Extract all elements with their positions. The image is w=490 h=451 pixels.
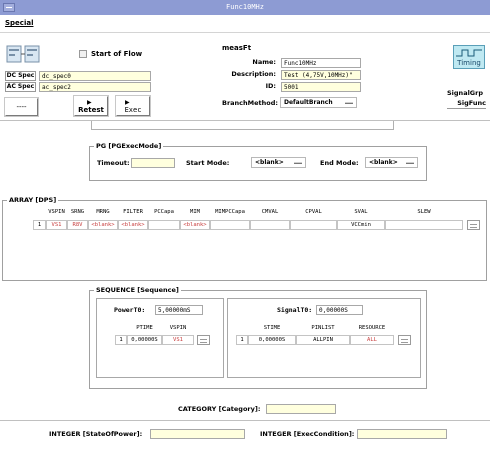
pg-group-title: PG [PGExecMode]	[94, 142, 164, 150]
option-menu-indicator-icon	[345, 101, 353, 104]
menu-special[interactable]: Special	[5, 19, 33, 27]
power-t0-field[interactable]: 5,00000mS	[155, 305, 203, 315]
array-column-header: PCCapa	[154, 209, 174, 215]
play-icon: ▶	[125, 99, 130, 106]
tab-strip	[91, 121, 394, 130]
dash-button[interactable]: ----	[5, 98, 38, 116]
signal-cell[interactable]: ALLPIN	[296, 335, 350, 345]
array-column-header: CPVAL	[305, 209, 322, 215]
start-mode-label: Start Mode:	[186, 159, 230, 167]
signal-column-header: STIME	[263, 325, 281, 331]
exec-button[interactable]: ▶ Exec	[116, 96, 150, 116]
waveform-icon	[456, 49, 482, 57]
array-cell[interactable]: VS1	[46, 220, 67, 230]
test-suite-window: Func10MHz Special Start of Flow DC Spec …	[0, 0, 490, 451]
array-column-header: CMVAL	[261, 209, 279, 215]
start-of-flow-label: Start of Flow	[91, 50, 143, 58]
array-column-header: SLEW	[417, 209, 431, 215]
power-t0-label: PowerT0:	[114, 306, 146, 314]
array-cell[interactable]: <blank>	[180, 220, 210, 230]
array-cell[interactable]	[148, 220, 180, 230]
ac-spec-button[interactable]: AC Spec	[5, 82, 36, 92]
timeout-field[interactable]	[131, 158, 175, 168]
state-of-power-field[interactable]	[150, 429, 245, 439]
start-mode-value: <blank>	[255, 159, 284, 166]
array-cell[interactable]: <blank>	[118, 220, 148, 230]
id-field[interactable]: 5001	[281, 82, 361, 92]
array-cell[interactable]: VCCmin	[337, 220, 385, 230]
array-cell[interactable]	[250, 220, 290, 230]
window-title: Func10MHz	[226, 3, 264, 11]
signal-column-header: PINLIST	[311, 325, 335, 331]
row-menu-icon[interactable]	[197, 335, 210, 345]
signal-cell[interactable]: 0,00000S	[248, 335, 296, 345]
end-mode-select[interactable]: <blank>	[365, 157, 418, 168]
exec-condition-label: INTEGER [ExecCondition]:	[260, 430, 355, 438]
retest-button[interactable]: ▶ Retest	[74, 96, 108, 116]
array-cell[interactable]	[385, 220, 463, 230]
name-field[interactable]: Func10MHz	[281, 58, 361, 68]
signal-t0-field[interactable]: 0,00000S	[316, 305, 363, 315]
timing-button-label: Timing	[457, 59, 481, 67]
description-field[interactable]: Test (4,75V,10MHz)"	[281, 70, 361, 80]
start-mode-select[interactable]: <blank>	[251, 157, 306, 168]
retest-button-label: Retest	[78, 106, 104, 114]
sequence-group-title: SEQUENCE [Sequence]	[94, 286, 181, 294]
branch-method-label: BranchMethod:	[222, 99, 278, 107]
signalgrp-label: SignalGrp	[447, 89, 483, 97]
array-cell[interactable]	[290, 220, 337, 230]
state-of-power-label: INTEGER [StateOfPower]:	[49, 430, 143, 438]
sigfunc-button[interactable]: SigFunc	[447, 99, 486, 109]
category-label: CATEGORY [Category]:	[178, 405, 261, 413]
end-mode-value: <blank>	[369, 159, 398, 166]
array-cell[interactable]	[210, 220, 250, 230]
timeout-label: Timeout:	[97, 159, 130, 167]
flow-icon[interactable]	[6, 44, 40, 66]
array-column-header: VSPIN	[48, 209, 65, 215]
power-cell[interactable]: 0,00000S	[127, 335, 162, 345]
power-row-index: 1	[115, 335, 127, 345]
option-menu-indicator-icon	[294, 161, 302, 164]
exec-condition-field[interactable]	[357, 429, 447, 439]
dc-spec-field[interactable]: dc_spec0	[39, 71, 151, 81]
power-column-header: PTIME	[136, 325, 153, 331]
array-cell[interactable]: <blank>	[88, 220, 118, 230]
play-icon: ▶	[87, 99, 92, 106]
description-label: Description:	[231, 70, 276, 78]
array-column-header: MRNG	[96, 209, 110, 215]
category-field[interactable]	[266, 404, 336, 414]
option-menu-indicator-icon	[406, 161, 414, 164]
array-column-header: SRNG	[70, 209, 85, 215]
measft-title: measFt	[222, 44, 252, 52]
menu-bar: Special	[0, 15, 490, 33]
power-cell[interactable]: VS1	[162, 335, 194, 345]
row-menu-icon[interactable]	[398, 335, 411, 345]
branch-method-select[interactable]: DefaultBranch	[280, 97, 357, 108]
array-column-header: MIM	[190, 209, 200, 215]
array-column-header: FILTER	[123, 209, 143, 215]
array-row-index: 1	[33, 220, 46, 230]
title-bar: Func10MHz	[0, 0, 490, 15]
name-label: Name:	[252, 58, 276, 66]
divider	[0, 420, 490, 421]
dc-spec-button[interactable]: DC Spec	[5, 71, 36, 81]
signal-column-header: RESOURCE	[358, 325, 386, 331]
branch-method-value: DefaultBranch	[284, 99, 333, 106]
exec-button-label: Exec	[124, 106, 142, 114]
id-label: ID:	[265, 82, 276, 90]
signal-cell[interactable]: ALL	[350, 335, 394, 345]
array-column-header: SVAL	[354, 209, 368, 215]
array-group-title: ARRAY [DPS]	[7, 196, 59, 204]
ac-spec-field[interactable]: ac_spec2	[39, 82, 151, 92]
end-mode-label: End Mode:	[320, 159, 359, 167]
array-cell[interactable]: R8V	[67, 220, 88, 230]
signal-row-index: 1	[236, 335, 248, 345]
timing-button[interactable]: Timing	[453, 45, 485, 69]
start-of-flow-checkbox[interactable]	[79, 50, 87, 58]
row-menu-icon[interactable]	[467, 220, 480, 230]
power-column-header: VSPIN	[169, 325, 187, 331]
signal-t0-label: SignalT0:	[277, 306, 313, 314]
array-column-header: MIMPCCapa	[215, 209, 245, 215]
window-menu-button[interactable]	[3, 3, 15, 12]
